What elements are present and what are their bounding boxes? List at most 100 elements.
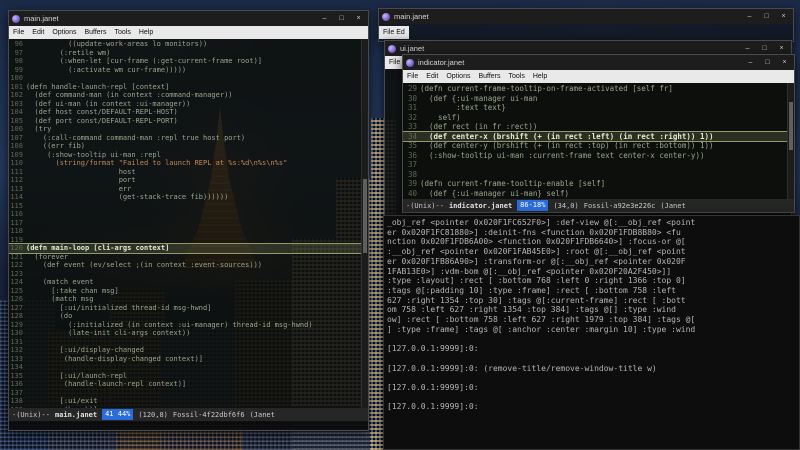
line-text: :text text} [420, 103, 506, 112]
window-indicator[interactable]: indicator.janet – □ × File Edit Options Buf… [402, 54, 795, 213]
menu-tools[interactable]: Tools [111, 29, 135, 36]
code-line: 136 (handle-launch-repl context)] [9, 380, 361, 389]
code-line: 126 (match msg [9, 295, 361, 304]
code-line: 31 :text text} [403, 103, 794, 113]
code-line: 130 (late-init cli-args context)) [9, 329, 361, 338]
line-text: (break)] [26, 406, 98, 409]
minimize-button[interactable]: – [318, 13, 331, 24]
scrollbar-thumb[interactable] [363, 179, 367, 254]
menu-tools[interactable]: Tools [505, 73, 529, 80]
window-terminal[interactable]: _obj_ref <pointer 0x020F1FC652F0>] :def-… [383, 215, 800, 450]
menu-edit[interactable]: Edit [28, 29, 48, 36]
terminal-line: [127.0.0.1:9999]:0: (remove-title/remove… [387, 363, 657, 373]
line-number: 31 [407, 103, 417, 112]
titlebar[interactable]: indicator.janet – □ × [403, 55, 794, 70]
line-number: 124 [10, 278, 23, 286]
line-text: (defn handle-launch-repl [context] [26, 82, 170, 91]
line-number: 30 [407, 93, 417, 103]
line-text: [:ui/launch-repl [26, 371, 128, 380]
terminal-line: nction 0x020F1FDB6A00> <function 0x020F1… [387, 237, 686, 247]
emacs-icon [382, 12, 390, 21]
menu-bar-partial[interactable]: File Ed [379, 26, 409, 39]
code-line: 29 (defn current-frame-tooltip-on-frame-a… [403, 84, 794, 94]
terminal-line: ow] :rect [ :bottom 758 :left 627 :right… [387, 315, 696, 325]
line-text: (def command-man (in context :command-ma… [26, 91, 233, 99]
scrollbar-thumb[interactable] [789, 101, 793, 151]
minimize-button[interactable]: – [744, 57, 757, 68]
menu-help[interactable]: Help [529, 73, 551, 80]
titlebar[interactable]: main.janet – □ × [9, 11, 368, 26]
line-number: 96 [14, 40, 23, 48]
echo-area[interactable] [9, 421, 368, 430]
emacs-icon [388, 44, 396, 53]
modeline-buffer: indicator.janet [448, 201, 513, 210]
modeline-position: 86-18% [517, 200, 549, 211]
line-number: 113 [10, 184, 23, 193]
editor-area[interactable]: 29 (defn current-frame-tooltip-on-frame-a… [403, 83, 794, 199]
editor-area[interactable]: 96 ((update-work-areas lo monitors)) 97 (… [9, 39, 368, 408]
code-line: 139 (break)] [9, 406, 361, 409]
line-text: (match msg [26, 295, 94, 303]
line-text: (defn current-frame-tooltip-on-frame-act… [420, 84, 673, 93]
minimize-button[interactable]: – [743, 11, 756, 22]
modeline-buffer: main.janet [54, 410, 98, 419]
maximize-button[interactable]: □ [335, 13, 348, 24]
menu-file[interactable]: File [9, 29, 28, 36]
modeline-mode: (Janet [660, 201, 686, 210]
line-number: 116 [10, 210, 23, 218]
terminal-line: 1FAB13E0>] :vdm-bom @[:__obj_ref <pointe… [387, 266, 672, 276]
code-line: 124 (match event [9, 278, 361, 287]
maximize-button[interactable]: □ [761, 57, 774, 68]
maximize-button[interactable]: □ [760, 11, 773, 22]
line-number: 99 [14, 65, 23, 74]
menu-help[interactable]: Help [135, 29, 157, 36]
scrollbar[interactable] [787, 83, 794, 199]
code-line: 34 (def center-x (brshift (+ (in rect :l… [403, 130, 794, 142]
terminal-line: [127.0.0.1:9999]:0: [387, 382, 479, 392]
minimize-button[interactable]: – [741, 43, 754, 54]
code-line: 112 port [9, 176, 361, 185]
code-line: 111 host [9, 168, 361, 177]
maximize-button[interactable]: □ [758, 43, 771, 54]
line-text: (:activate wm cur-frame))))) [26, 65, 187, 74]
line-number: 36 [407, 150, 417, 160]
close-button[interactable]: × [352, 13, 365, 24]
desktop: main.janet – □ × File Ed ui.janet – □ × … [0, 0, 800, 450]
terminal-line: _obj_ref <pointer 0x020F1FC652F0>] :def-… [387, 218, 696, 227]
modeline-mode: (Janet [249, 410, 275, 419]
code-line: 99 (:activate wm cur-frame))))) [9, 66, 361, 75]
line-text: (do [26, 312, 73, 320]
code-line: 125 [:take chan msg] [9, 287, 361, 296]
window-main[interactable]: main.janet – □ × File Edit Options Buffers T… [8, 10, 369, 431]
line-number: 136 [10, 380, 23, 388]
menu-file[interactable]: File [403, 73, 422, 80]
close-button[interactable]: × [778, 57, 791, 68]
code-line: 100 [9, 74, 361, 83]
terminal-output[interactable]: _obj_ref <pointer 0x020F1FC652F0>] :def-… [387, 218, 796, 412]
titlebar[interactable]: main.janet – □ × [379, 9, 793, 24]
modeline-position: 41 44% [102, 409, 134, 420]
line-text: (def ui-man (in context :ui-manager)) [26, 99, 191, 108]
code-line: 38 [403, 170, 794, 180]
menu-buffers[interactable]: Buffers [80, 29, 110, 36]
code-line: 103 (def ui-man (in context :ui-manager)… [9, 100, 361, 109]
line-text: [:ui/display-changed [26, 346, 145, 354]
line-text: (:retile wm) [26, 48, 111, 57]
line-number: 112 [10, 176, 23, 184]
line-text: (def port const/DEFAULT-REPL-PORT) [26, 116, 178, 125]
code-line: 33 (def rect (in fr :rect)) [403, 122, 794, 132]
close-button[interactable]: × [777, 11, 790, 22]
menu-options[interactable]: Options [442, 73, 474, 80]
line-number: 29 [407, 84, 417, 93]
window-content: File Ed [379, 24, 793, 41]
line-number: 35 [407, 141, 417, 150]
menu-options[interactable]: Options [48, 29, 80, 36]
menu-buffers[interactable]: Buffers [474, 73, 504, 80]
scrollbar[interactable] [361, 39, 368, 408]
menu-edit[interactable]: Edit [422, 73, 442, 80]
window-title: indicator.janet [418, 58, 465, 67]
close-button[interactable]: × [775, 43, 788, 54]
window-main-back[interactable]: main.janet – □ × File Ed [378, 8, 794, 42]
menu-bar: FileEditOptionsBuffersToolsHelp [403, 70, 794, 83]
